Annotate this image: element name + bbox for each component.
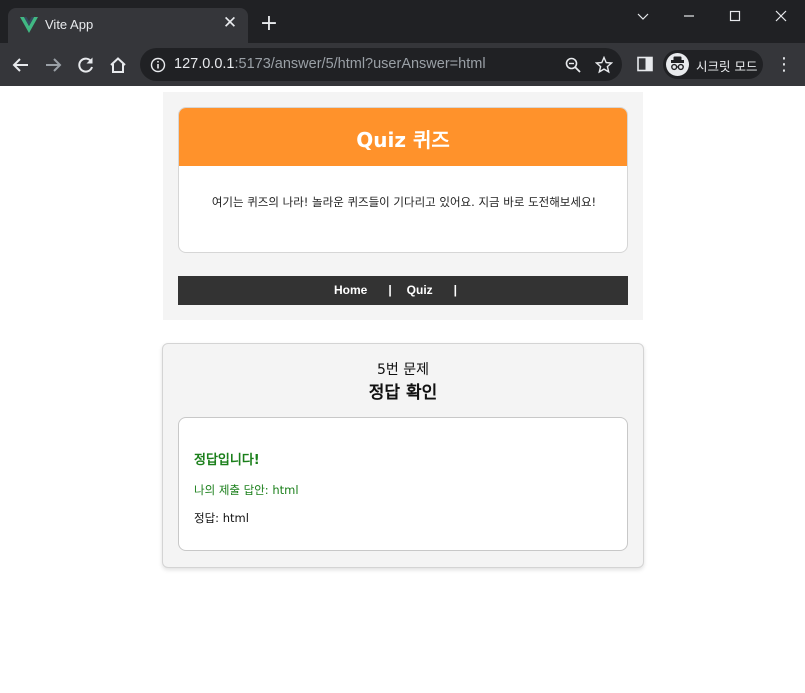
browser-titlebar: Vite App ✕ + xyxy=(0,0,805,43)
home-icon[interactable] xyxy=(105,52,131,78)
url-text[interactable]: 127.0.0.1:5173/answer/5/html?userAnswer=… xyxy=(174,56,486,72)
quiz-intro-card: Quiz 퀴즈 여기는 퀴즈의 나라! 놀라운 퀴즈들이 기다리고 있어요. 지… xyxy=(178,107,628,253)
answer-heading: 정답 확인 xyxy=(368,383,438,403)
quiz-title: Quiz 퀴즈 xyxy=(356,128,450,152)
plus-icon[interactable]: + xyxy=(258,13,280,35)
kebab-menu-icon[interactable]: ⋮ xyxy=(775,55,793,75)
nav-separator: | xyxy=(388,283,392,297)
result-status: 정답입니다! xyxy=(194,453,260,468)
nav-link-quiz[interactable]: Quiz xyxy=(407,283,433,297)
window-close-icon[interactable] xyxy=(758,0,804,32)
answer-result-container: 5번 문제 정답 확인 정답입니다! 나의 제출 답안: html 정답: ht… xyxy=(162,343,644,568)
page-viewport: Quiz 퀴즈 여기는 퀴즈의 나라! 놀라운 퀴즈들이 기다리고 있어요. 지… xyxy=(0,86,805,693)
zoom-icon[interactable] xyxy=(564,56,582,74)
browser-tab[interactable]: Vite App ✕ xyxy=(8,8,248,43)
tab-title: Vite App xyxy=(45,17,94,32)
quiz-header-banner: Quiz 퀴즈 xyxy=(179,108,627,166)
user-answer-text: 나의 제출 답안: html xyxy=(194,483,299,497)
maximize-icon[interactable] xyxy=(712,0,758,32)
star-icon[interactable] xyxy=(595,56,613,74)
nav-link-home[interactable]: Home xyxy=(334,283,367,297)
side-panel-icon[interactable] xyxy=(637,56,653,72)
vue-logo-icon xyxy=(20,17,38,33)
nav-separator: | xyxy=(453,283,458,297)
back-arrow-icon[interactable] xyxy=(8,52,34,78)
quiz-header-container: Quiz 퀴즈 여기는 퀴즈의 나라! 놀라운 퀴즈들이 기다리고 있어요. 지… xyxy=(163,92,643,320)
address-bar[interactable]: 127.0.0.1:5173/answer/5/html?userAnswer=… xyxy=(140,48,622,81)
main-navbar: Home | Quiz | xyxy=(178,276,628,305)
question-number: 5번 문제 xyxy=(377,362,429,378)
chevron-down-icon[interactable] xyxy=(620,0,666,32)
forward-arrow-icon[interactable] xyxy=(40,52,66,78)
incognito-icon xyxy=(666,53,689,76)
browser-toolbar: 127.0.0.1:5173/answer/5/html?userAnswer=… xyxy=(0,43,805,86)
info-icon[interactable] xyxy=(150,57,166,73)
correct-answer-text: 정답: html xyxy=(194,511,249,525)
incognito-label: 시크릿 모드 xyxy=(696,59,758,74)
result-card: 정답입니다! 나의 제출 답안: html 정답: html xyxy=(178,417,628,551)
incognito-profile-button[interactable]: 시크릿 모드 xyxy=(663,50,763,79)
minimize-icon[interactable] xyxy=(666,0,712,32)
quiz-description: 여기는 퀴즈의 나라! 놀라운 퀴즈들이 기다리고 있어요. 지금 바로 도전해… xyxy=(211,195,597,209)
reload-icon[interactable] xyxy=(73,52,99,78)
close-icon[interactable]: ✕ xyxy=(221,14,239,32)
